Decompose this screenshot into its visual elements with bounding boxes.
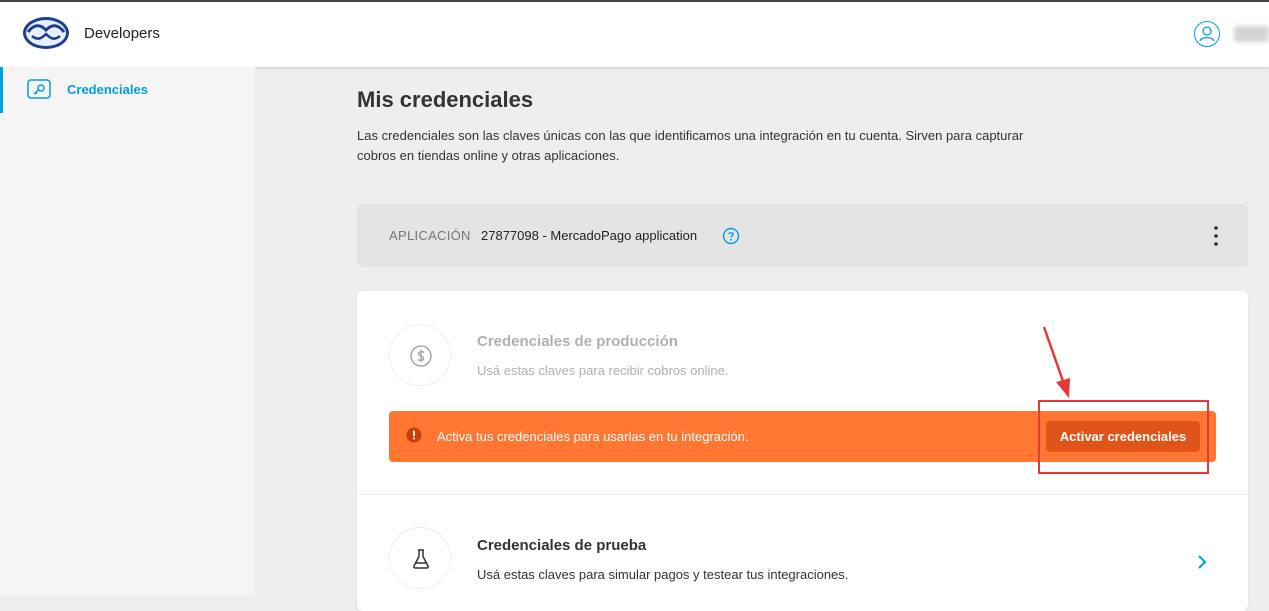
sidebar: Credenciales <box>0 67 255 596</box>
application-name: 27877098 - MercadoPago application <box>481 228 698 243</box>
key-card-icon <box>27 79 51 99</box>
banner-message: Activa tus credenciales para usarlas en … <box>437 429 749 444</box>
annotation-arrow <box>1042 326 1070 398</box>
application-bar: APLICACIÓN 27877098 - MercadoPago applic… <box>357 204 1248 267</box>
test-title: Credenciales de prueba <box>477 537 647 554</box>
card-divider <box>357 494 1248 495</box>
production-description: Usá estas claves para recibir cobros onl… <box>477 363 729 378</box>
more-options-icon[interactable] <box>1209 224 1223 248</box>
top-header: Developers … <box>0 2 1269 67</box>
annotation-highlight-box <box>1038 400 1209 474</box>
test-icon-circle <box>389 527 451 589</box>
sidebar-item-credenciales[interactable]: Credenciales <box>0 67 255 113</box>
sidebar-item-label: Credenciales <box>67 82 148 97</box>
brand-title: Developers <box>84 25 160 42</box>
test-description: Usá estas claves para simular pagos y te… <box>477 567 849 582</box>
production-icon-circle <box>389 324 451 386</box>
page-title: Mis credenciales <box>357 87 534 112</box>
user-avatar[interactable] <box>1194 21 1220 47</box>
help-icon[interactable] <box>722 227 740 245</box>
mercadolibre-logo-icon[interactable] <box>22 16 70 50</box>
user-icon <box>1199 26 1215 42</box>
chevron-right-icon[interactable] <box>1195 553 1209 571</box>
alert-icon <box>406 427 422 443</box>
application-label: APLICACIÓN <box>389 228 471 243</box>
dollar-coin-icon <box>410 345 432 367</box>
user-name-blurred[interactable]: … <box>1234 26 1269 42</box>
page-description: Las credenciales son las claves únicas c… <box>357 128 1024 163</box>
active-indicator <box>0 67 3 113</box>
flask-icon <box>413 549 429 569</box>
production-title: Credenciales de producción <box>477 333 678 350</box>
